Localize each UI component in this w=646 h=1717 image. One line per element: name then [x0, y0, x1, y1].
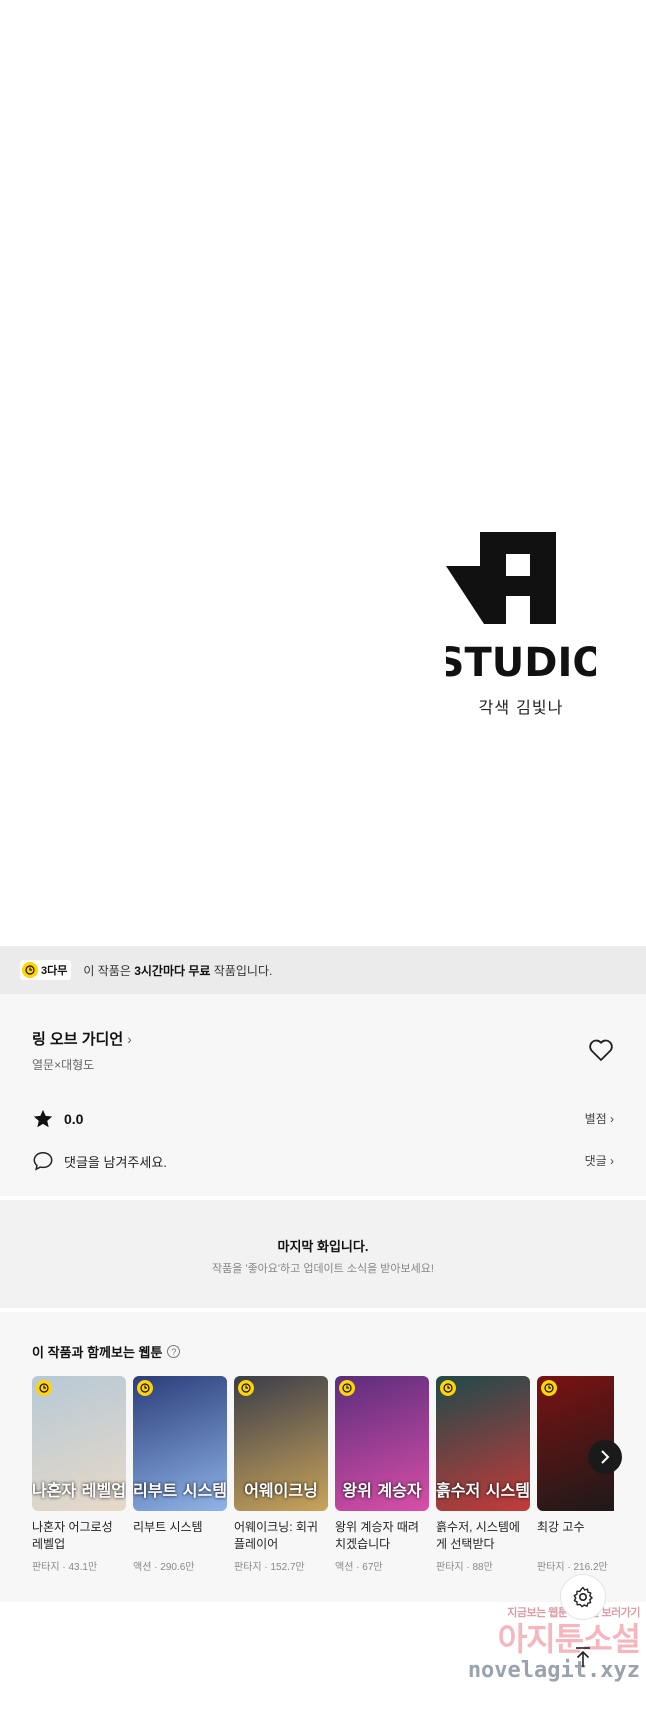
- recommendations-section: 이 작품과 함께보는 웹툰 ? 나혼자 레벨업나혼자 어그로성 레벨업판타지 ·…: [0, 1312, 646, 1602]
- watermark: 지금보는 웹툰 웹소설 보러가기 아지툰소설 novelagit.xyz: [440, 1604, 641, 1683]
- recommendation-card[interactable]: 왕위 계승자왕위 계승자 때려치겠습니다액션 · 67만: [335, 1376, 429, 1573]
- scroll-top-button[interactable]: [566, 1640, 600, 1674]
- arrow-up-icon: [576, 1647, 590, 1667]
- card-title[interactable]: 흙수저, 시스템에게 선택받다: [436, 1519, 530, 1555]
- notice-suffix: 작품입니다.: [213, 963, 273, 978]
- heart-icon[interactable]: [588, 1038, 614, 1062]
- help-icon[interactable]: ?: [167, 1345, 181, 1358]
- settings-button[interactable]: [560, 1574, 606, 1620]
- recommendation-card[interactable]: 리부트 시스템 리부트 시스템 액션 · 290.6만: [133, 1376, 227, 1573]
- wait-free-badge: 3다무: [20, 960, 72, 980]
- notice-bold: 3시간마다 무료: [134, 963, 211, 978]
- logo-text: STUDIO: [446, 640, 596, 682]
- recommendations-carousel: 나혼자 레벨업 나혼자 어그로성 레벨업 판타지 · 43.1만 리부트 시스템 리부트…: [32, 1376, 614, 1586]
- star-icon: [33, 1109, 53, 1128]
- card-cover-text: 왕위 계승자: [342, 1481, 422, 1500]
- clock-icon: [238, 1380, 254, 1396]
- last-episode-title: 마지막 화입니다.: [277, 1239, 369, 1254]
- clock-icon: [440, 1380, 456, 1396]
- comment-prompt[interactable]: 댓글을 남겨주세요.: [32, 1150, 167, 1172]
- recommendation-card[interactable]: 나혼자 레벨업나혼자 어그로성 레벨업판타지 · 43.1만: [32, 1376, 126, 1573]
- rate-button[interactable]: 별점 ›: [585, 1110, 614, 1127]
- recommendation-card[interactable]: 최강 고수판타지 · 216.2만: [537, 1376, 614, 1573]
- card-title[interactable]: 최강 고수: [537, 1519, 614, 1555]
- recommendations-title: 이 작품과 함께보는 웹툰 ?: [32, 1342, 181, 1361]
- chevron-right-icon: [601, 1450, 610, 1464]
- card-thumbnail[interactable]: 리부트 시스템: [133, 1376, 227, 1511]
- last-episode-box: 마지막 화입니다. 작품을 '좋아요'하고 업데이트 소식을 받아보세요!: [0, 1200, 646, 1308]
- series-author: 열문×대형도: [32, 1058, 95, 1072]
- card-cover-text: 리부트 시스템: [133, 1481, 227, 1500]
- series-title-link[interactable]: 링 오브 가디언 ›: [32, 1028, 132, 1049]
- card-title[interactable]: 왕위 계승자 때려치겠습니다: [335, 1519, 429, 1555]
- card-cover-text: 나혼자 레벨업: [32, 1481, 126, 1500]
- card-title[interactable]: 어웨이크닝: 회귀 플레이어: [234, 1519, 328, 1555]
- card-meta: 판타지 · 152.7만: [234, 1562, 305, 1573]
- card-meta: 액션 · 67만: [335, 1562, 383, 1573]
- card-meta: 액션 · 290.6만: [133, 1562, 195, 1573]
- comment-prompt-text: 댓글을 남겨주세요.: [64, 1154, 167, 1170]
- recommendation-card[interactable]: 어웨이크닝어웨이크닝: 회귀 플레이어판타지 · 152.7만: [234, 1376, 328, 1573]
- watermark-line1: 지금보는 웹툰 웹소설 보러가기: [507, 1607, 640, 1619]
- comments-button[interactable]: 댓글 ›: [585, 1152, 614, 1169]
- credit-text: 각색 김빛나: [478, 698, 564, 717]
- card-title[interactable]: 나혼자 어그로성 레벨업: [32, 1519, 126, 1555]
- card-thumbnail[interactable]: 흙수저 시스템: [436, 1376, 530, 1511]
- card-thumbnail[interactable]: 어웨이크닝: [234, 1376, 328, 1511]
- clock-icon: [137, 1380, 153, 1396]
- last-episode-subtitle: 작품을 '좋아요'하고 업데이트 소식을 받아보세요!: [212, 1263, 434, 1275]
- wait-badge-label: 3다무: [41, 965, 68, 977]
- studio-logo: STUDIO: [446, 532, 596, 682]
- chevron-right-icon: ›: [127, 1030, 132, 1047]
- clock-icon: [36, 1380, 52, 1396]
- watermark-line3: novelagit.xyz: [467, 1658, 640, 1683]
- card-thumbnail[interactable]: 나혼자 레벨업: [32, 1376, 126, 1511]
- comment-icon: [33, 1152, 53, 1171]
- series-title: 링 오브 가디언: [32, 1031, 124, 1048]
- clock-icon: [541, 1380, 557, 1396]
- card-cover-text: 흙수저 시스템: [436, 1481, 530, 1500]
- card-title[interactable]: 리부트 시스템: [133, 1519, 227, 1555]
- clock-icon: [22, 962, 38, 978]
- rating-value: 0.0: [64, 1111, 84, 1127]
- series-info: 링 오브 가디언 › 열문×대형도 0.0 별점 › 댓글을 남겨주세요. 댓글…: [0, 994, 646, 1196]
- carousel-next-button[interactable]: [588, 1440, 622, 1474]
- card-cover-text: 어웨이크닝: [244, 1481, 318, 1500]
- clock-icon: [339, 1380, 355, 1396]
- card-meta: 판타지 · 43.1만: [32, 1562, 98, 1573]
- card-meta: 판타지 · 88만: [436, 1562, 493, 1573]
- free-notice-bar: 3다무 이 작품은 3시간마다 무료 작품입니다.: [0, 946, 646, 994]
- comic-panel: STUDIO 각색 김빛나: [0, 0, 646, 946]
- watermark-line2: 아지툰소설: [497, 1620, 641, 1658]
- notice-prefix: 이 작품은: [83, 963, 131, 978]
- rating-row: 0.0: [32, 1108, 83, 1130]
- card-thumbnail[interactable]: 왕위 계승자: [335, 1376, 429, 1511]
- card-meta: 판타지 · 216.2만: [537, 1562, 608, 1573]
- recommendation-card[interactable]: 흙수저 시스템흙수저, 시스템에게 선택받다판타지 · 88만: [436, 1376, 530, 1573]
- gear-icon: [573, 1586, 593, 1608]
